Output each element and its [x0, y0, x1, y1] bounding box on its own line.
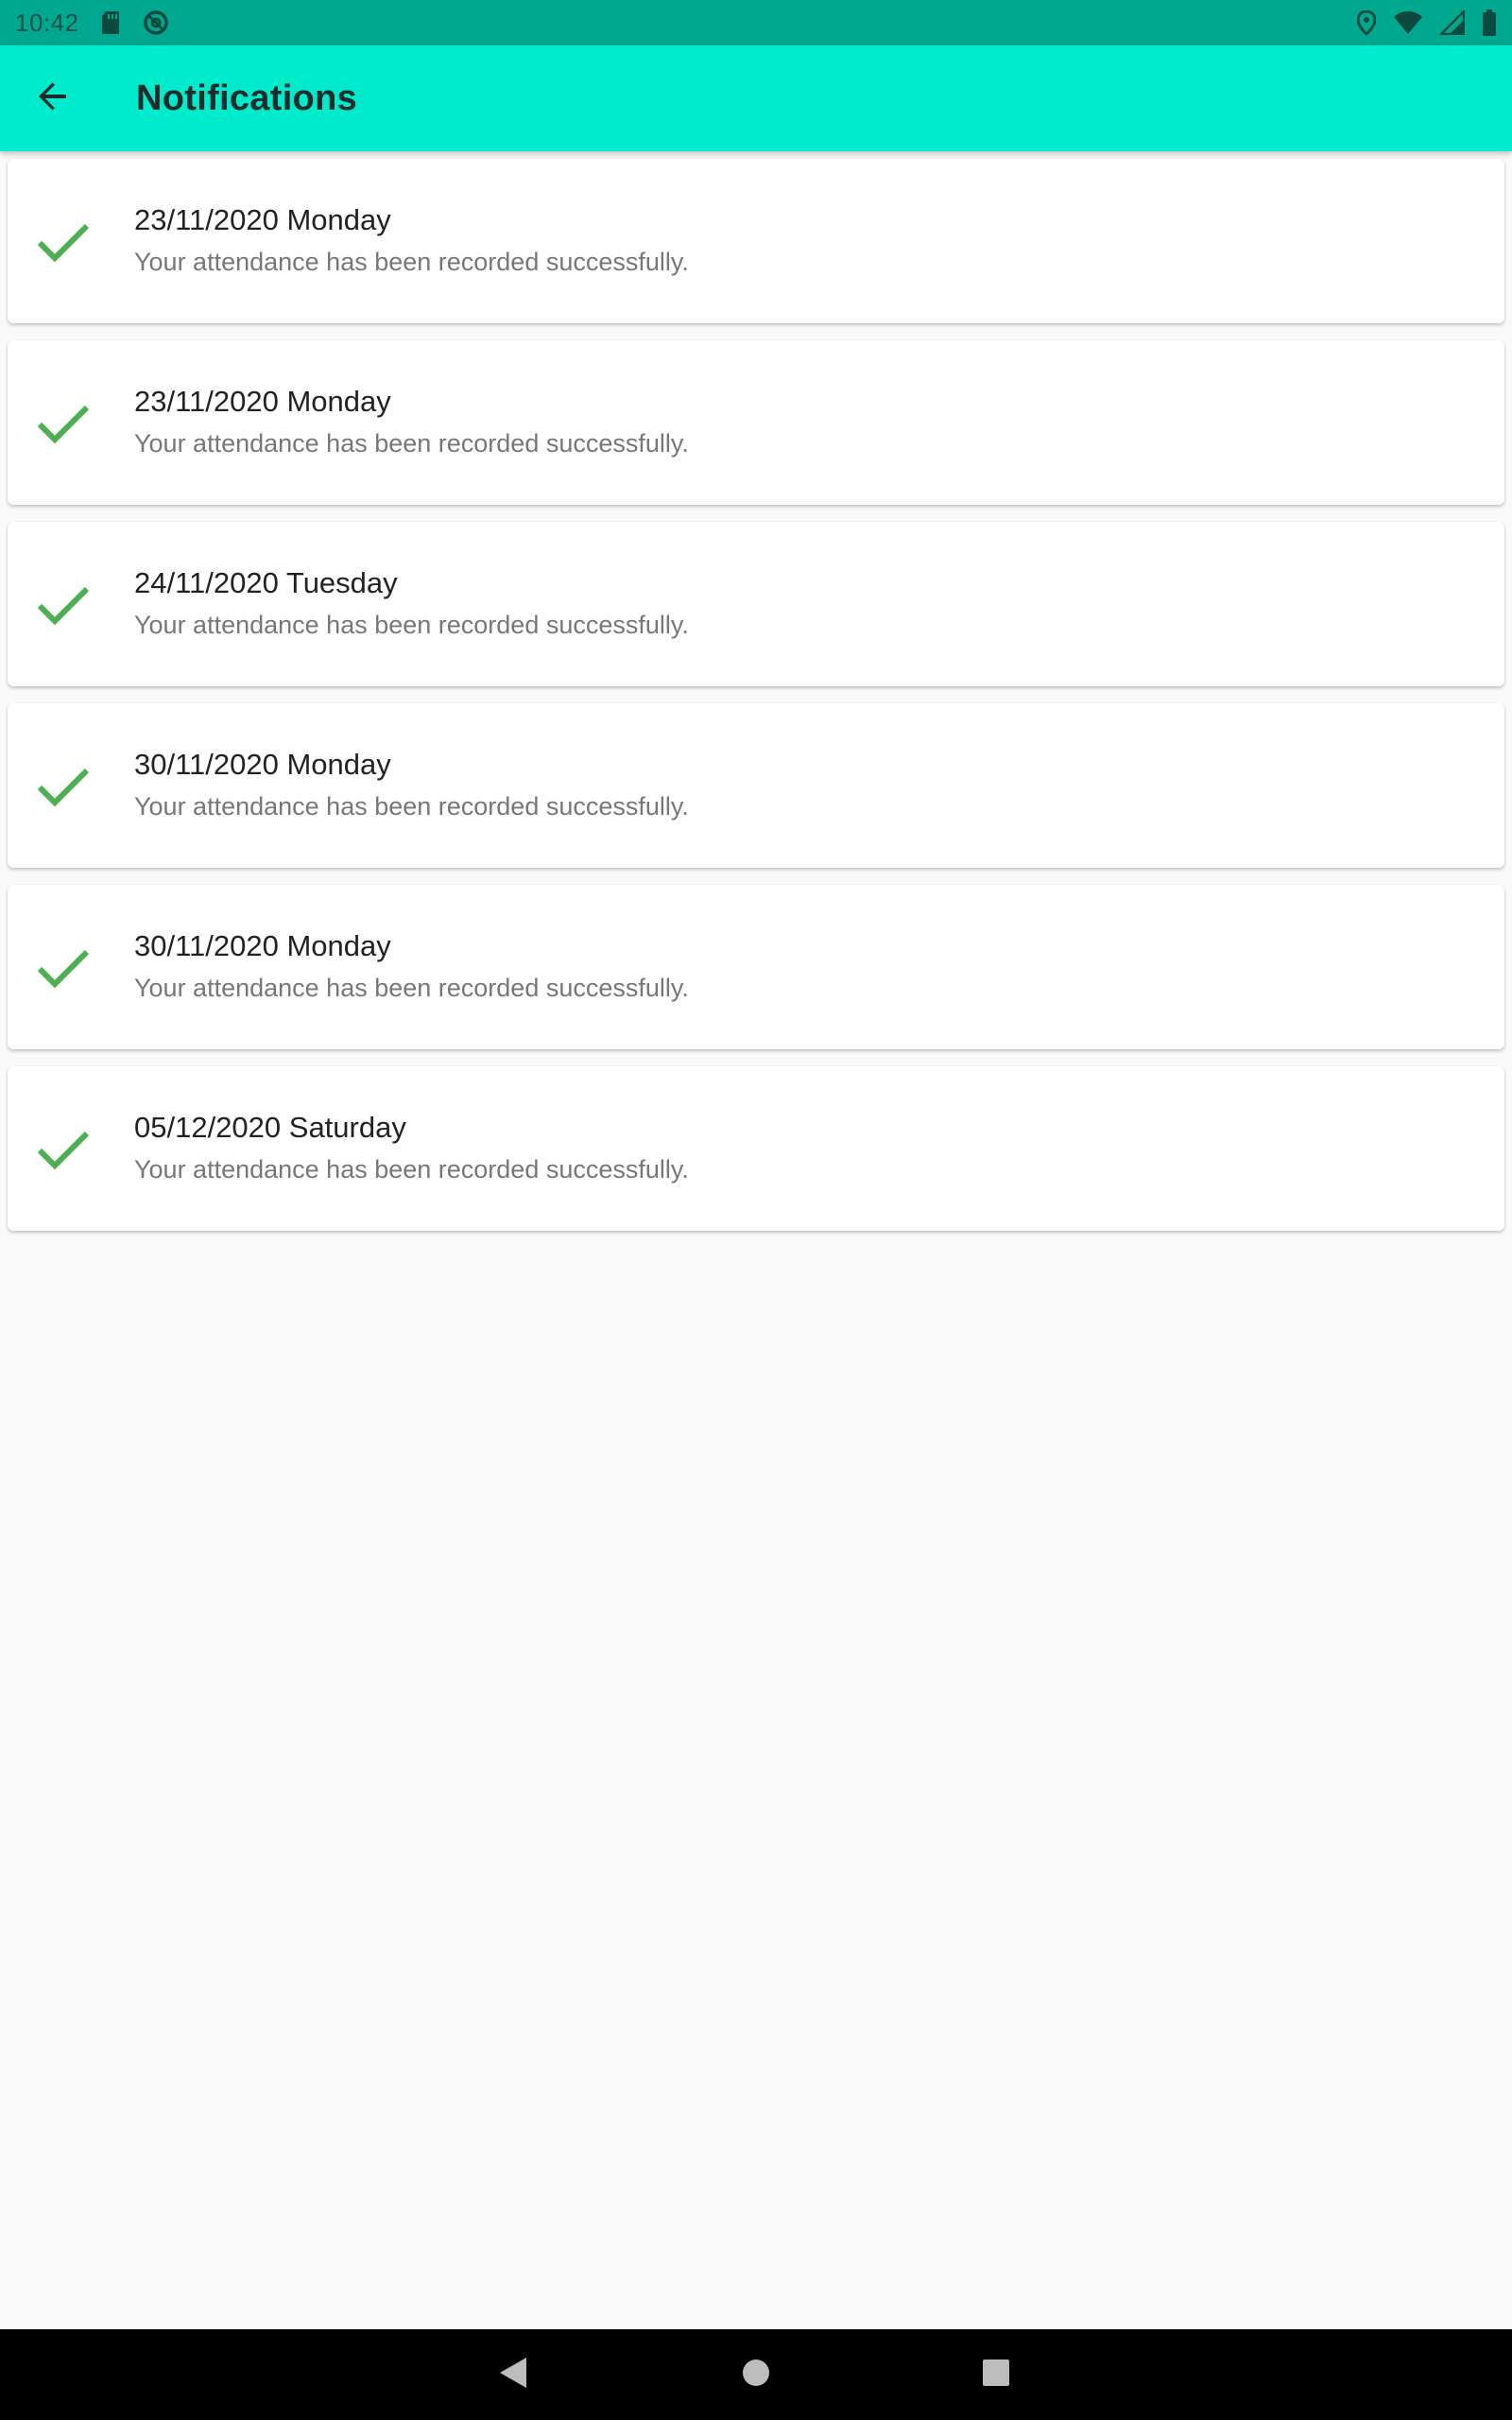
notification-title: 05/12/2020 Saturday [134, 1111, 406, 1144]
notification-card[interactable]: 24/11/2020 Tuesday Your attendance has b… [8, 522, 1504, 686]
app-bar: Notifications [0, 45, 1512, 151]
back-button[interactable] [0, 45, 106, 151]
notification-card[interactable]: 23/11/2020 Monday Your attendance has be… [8, 340, 1504, 505]
status-bar: 10:42 [0, 0, 1512, 45]
notification-title: 30/11/2020 Monday [134, 748, 391, 781]
notification-card[interactable]: 23/11/2020 Monday Your attendance has be… [8, 159, 1504, 323]
notification-title: 23/11/2020 Monday [134, 203, 391, 236]
notification-message: Your attendance has been recorded succes… [134, 792, 689, 821]
notification-message: Your attendance has been recorded succes… [134, 974, 689, 1002]
location-icon [1357, 10, 1376, 35]
notification-title: 24/11/2020 Tuesday [134, 566, 398, 599]
check-icon [36, 578, 89, 631]
notification-card[interactable]: 30/11/2020 Monday Your attendance has be… [8, 885, 1504, 1049]
notification-message: Your attendance has been recorded succes… [134, 248, 689, 276]
signal-icon [1440, 10, 1465, 35]
arrow-back-icon [36, 79, 70, 118]
notification-message: Your attendance has been recorded succes… [134, 611, 689, 639]
notification-message: Your attendance has been recorded succes… [134, 429, 689, 458]
home-nav-icon [741, 2358, 771, 2393]
check-icon [36, 215, 89, 268]
check-icon [36, 759, 89, 812]
recents-nav-icon [982, 2359, 1010, 2392]
nav-back-button[interactable] [456, 2329, 570, 2420]
data-saver-icon [142, 9, 170, 37]
navigation-bar [0, 2329, 1512, 2420]
nav-recents-button[interactable] [939, 2329, 1053, 2420]
sd-card-icon [100, 10, 121, 35]
notification-title: 23/11/2020 Monday [134, 385, 391, 418]
nav-home-button[interactable] [699, 2329, 813, 2420]
notification-card[interactable]: 30/11/2020 Monday Your attendance has be… [8, 703, 1504, 868]
wifi-icon [1393, 10, 1423, 35]
battery-icon [1482, 9, 1497, 36]
page-title: Notifications [136, 78, 358, 118]
notification-card[interactable]: 05/12/2020 Saturday Your attendance has … [8, 1066, 1504, 1231]
notification-title: 30/11/2020 Monday [134, 929, 391, 962]
back-nav-icon [498, 2357, 528, 2394]
check-icon [36, 941, 89, 994]
check-icon [36, 1122, 89, 1175]
notification-message: Your attendance has been recorded succes… [134, 1155, 689, 1184]
status-time: 10:42 [15, 8, 79, 37]
check-icon [36, 396, 89, 449]
